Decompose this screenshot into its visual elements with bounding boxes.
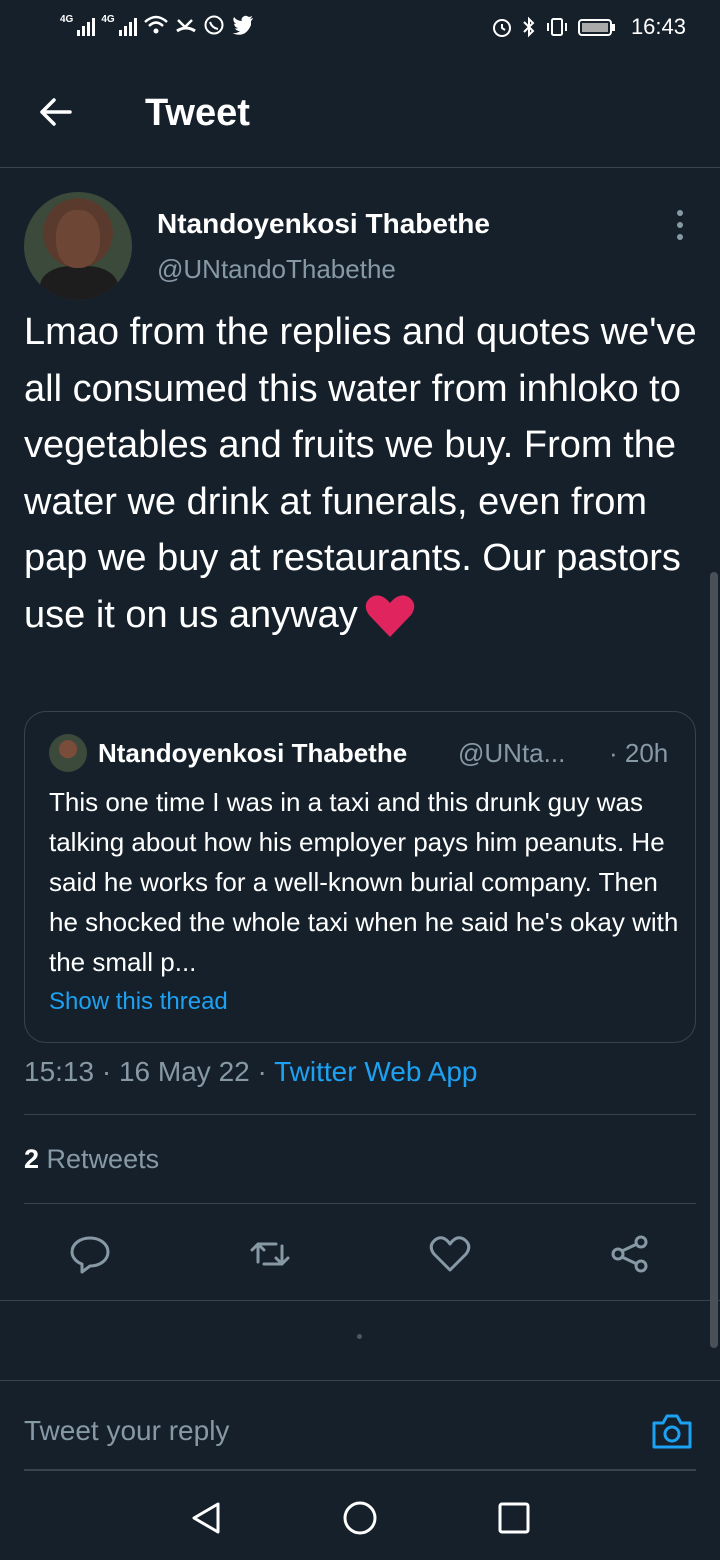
show-thread-link[interactable]: Show this thread — [49, 988, 228, 1016]
missed-call-icon — [175, 19, 196, 33]
nav-back-icon[interactable] — [186, 1498, 226, 1538]
status-right: 16:43 — [491, 14, 686, 40]
camera-icon[interactable] — [650, 1411, 694, 1451]
tweet-meta: 15:13 · 16 May 22 · Twitter Web App — [24, 1056, 477, 1088]
loading-dot — [357, 1334, 362, 1339]
tweet-date: 16 May 22 — [118, 1056, 250, 1087]
page-title: Tweet — [145, 92, 250, 134]
status-bar: 4G 4G 16:43 — [0, 0, 720, 58]
divider — [24, 1114, 696, 1115]
alarm-icon — [492, 19, 511, 37]
signal-icon-2: 4G — [101, 14, 137, 36]
status-left: 4G 4G — [60, 14, 255, 36]
wifi-icon — [143, 15, 168, 34]
top-app-bar: Tweet — [0, 58, 720, 168]
network-type-label: 4G — [60, 14, 74, 25]
retweets-label: Retweets — [46, 1144, 160, 1174]
quoted-tweet-age: · 20h — [609, 738, 669, 768]
battery-icon — [577, 19, 615, 36]
red-heart-icon — [365, 595, 415, 638]
meta-separator: · — [101, 1056, 119, 1087]
tweet-time: 15:13 — [24, 1056, 95, 1087]
bluetooth-icon — [523, 16, 535, 38]
share-icon[interactable] — [608, 1232, 652, 1276]
nav-recents-icon[interactable] — [494, 1498, 534, 1538]
tweet-text: Lmao from the replies and quotes we've a… — [24, 304, 704, 643]
twitter-bird-icon — [231, 15, 253, 35]
retweet-icon[interactable] — [248, 1232, 292, 1276]
signal-icon: 4G — [60, 14, 96, 36]
quoted-author-handle: @UNta... — [458, 738, 566, 768]
system-navigation-bar — [0, 1478, 720, 1560]
meta-separator: · — [257, 1056, 275, 1087]
tweet-text-content: Lmao from the replies and quotes we've a… — [24, 311, 697, 636]
tweet-source-link[interactable]: Twitter Web App — [274, 1056, 477, 1087]
reply-icon[interactable] — [68, 1232, 112, 1276]
retweets-count[interactable]: 2 Retweets — [24, 1144, 159, 1175]
quoted-author-avatar — [49, 734, 87, 772]
scrollbar[interactable] — [710, 572, 718, 1348]
divider — [0, 1300, 720, 1301]
retweets-number: 2 — [24, 1144, 40, 1174]
quoted-tweet-text: This one time I was in a taxi and this d… — [49, 787, 679, 977]
divider — [24, 1203, 696, 1204]
quoted-tweet-card[interactable]: Ntandoyenkosi Thabethe @UNta... · 20h Th… — [24, 711, 696, 1043]
nav-home-icon[interactable] — [340, 1498, 380, 1538]
author-handle[interactable]: @UNtandoThabethe — [157, 254, 396, 285]
reply-composer: Tweet your reply — [0, 1380, 720, 1472]
tweet-actions — [0, 1220, 720, 1290]
network-type-label-2: 4G — [101, 14, 115, 25]
status-time: 16:43 — [630, 14, 686, 39]
like-icon[interactable] — [428, 1232, 472, 1276]
reply-underline — [24, 1469, 696, 1471]
author-name[interactable]: Ntandoyenkosi Thabethe — [157, 208, 490, 240]
author-avatar[interactable] — [24, 192, 132, 300]
back-arrow-icon[interactable] — [36, 92, 76, 132]
more-options-icon[interactable] — [670, 210, 690, 240]
quoted-author-name: Ntandoyenkosi Thabethe — [98, 738, 408, 768]
reply-input[interactable]: Tweet your reply — [24, 1415, 229, 1447]
whatsapp-icon — [204, 15, 224, 35]
vibrate-icon — [546, 18, 567, 36]
